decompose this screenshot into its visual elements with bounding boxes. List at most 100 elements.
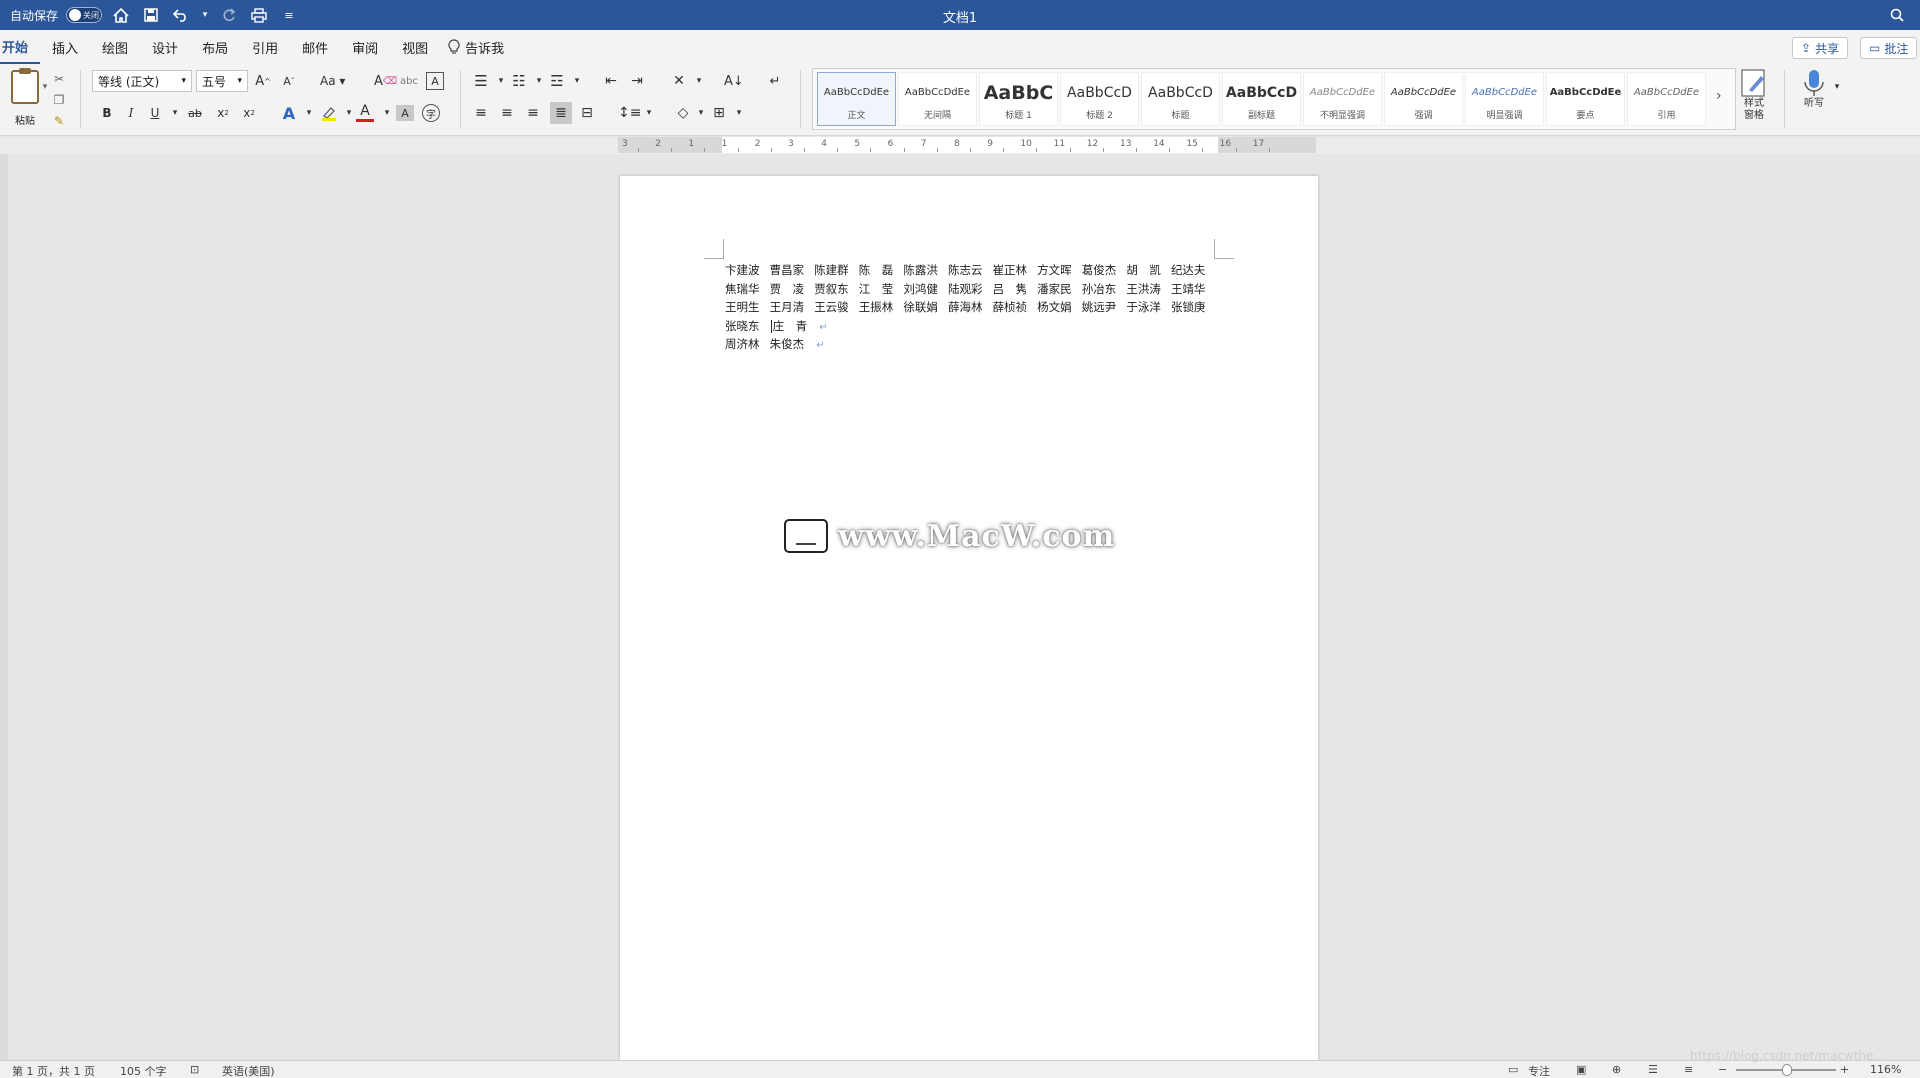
change-case-icon[interactable]: Aa ▾ — [320, 70, 345, 92]
customize-icon[interactable]: ≡ — [278, 4, 300, 26]
borders-icon[interactable]: ⊞ — [710, 102, 728, 124]
superscript-icon[interactable]: x2 — [240, 102, 258, 124]
numbering-icon[interactable]: ☷ — [510, 70, 528, 92]
style-strong[interactable]: AaBbCcDdEe 要点 — [1546, 72, 1625, 126]
undo-icon[interactable] — [170, 4, 192, 26]
copy-icon[interactable]: ❐ — [50, 91, 68, 109]
word-count[interactable]: 105 个字 — [120, 1063, 167, 1078]
sort-icon[interactable]: A↓ — [724, 70, 744, 92]
zoom-out-icon[interactable]: − — [1718, 1063, 1727, 1076]
tab-review[interactable]: 审阅 — [340, 30, 390, 64]
document-line[interactable]: 周济林 朱俊杰 ↵ — [725, 335, 1215, 354]
justify-icon[interactable]: ≣ — [550, 102, 572, 124]
italic-icon[interactable]: I — [122, 102, 140, 124]
align-center-icon[interactable]: ≡ — [498, 102, 516, 124]
bullets-icon[interactable]: ☰ — [472, 70, 490, 92]
web-layout-icon[interactable]: ⊕ — [1612, 1063, 1621, 1076]
save-icon[interactable] — [140, 4, 162, 26]
shrink-font-icon[interactable]: Aˇ — [280, 70, 298, 92]
redo-icon[interactable] — [218, 4, 240, 26]
document-body[interactable]: 卞建波 曹昌家 陈建群陈 磊陈露洪 陈志云 崔正林 方文晖 葛俊杰胡 凯纪达夫 焦瑞华贾 凌贾… — [725, 261, 1215, 354]
home-icon[interactable] — [110, 4, 132, 26]
focus-icon[interactable]: ▭ — [1508, 1063, 1518, 1076]
align-right-icon[interactable]: ≡ — [524, 102, 542, 124]
dictate-dropdown-icon[interactable]: ▾ — [1828, 76, 1846, 98]
character-shading-icon[interactable]: A — [396, 105, 414, 121]
distributed-icon[interactable]: ⊟ — [578, 102, 596, 124]
language[interactable]: 英语(美国) — [222, 1063, 275, 1078]
tab-view[interactable]: 视图 — [390, 30, 440, 64]
format-painter-icon[interactable]: ✎ — [50, 112, 68, 130]
line-spacing-icon[interactable]: ↕≡ — [618, 102, 641, 124]
font-size-select[interactable]: 五号 ▾ — [196, 70, 248, 92]
multilevel-dropdown-icon[interactable]: ▾ — [568, 70, 586, 92]
focus-label[interactable]: 专注 — [1528, 1063, 1550, 1078]
tab-layout[interactable]: 布局 — [190, 30, 240, 64]
decrease-indent-icon[interactable]: ⇤ — [602, 70, 620, 92]
strikethrough-icon[interactable]: ab — [186, 102, 204, 124]
grow-font-icon[interactable]: A ^ — [254, 70, 272, 92]
style-heading-1[interactable]: AaBbC 标题 1 — [979, 72, 1058, 126]
tab-design[interactable]: 设计 — [140, 30, 190, 64]
bold-icon[interactable]: B — [98, 102, 116, 124]
style-quote[interactable]: AaBbCcDdEe 引用 — [1627, 72, 1706, 126]
style-intense-emphasis[interactable]: AaBbCcDdEe 明显强调 — [1465, 72, 1544, 126]
share-button[interactable]: ⇪ 共享 — [1792, 37, 1849, 59]
tab-mailings[interactable]: 邮件 — [290, 30, 340, 64]
document-page[interactable]: 卞建波 曹昌家 陈建群陈 磊陈露洪 陈志云 崔正林 方文晖 葛俊杰胡 凯纪达夫 焦瑞华贾 凌贾… — [620, 176, 1318, 1060]
tell-me[interactable]: 告诉我 — [440, 38, 512, 57]
draft-view-icon[interactable]: ≡ — [1684, 1063, 1693, 1076]
undo-dropdown-icon[interactable]: ▾ — [200, 4, 210, 26]
shading-icon[interactable]: ◇ — [674, 102, 692, 124]
text-effects-dropdown-icon[interactable]: ▾ — [300, 102, 318, 124]
tab-home[interactable]: 开始 — [0, 30, 41, 64]
asian-layout-icon[interactable]: ✕ — [670, 70, 688, 92]
outline-view-icon[interactable]: ☰ — [1648, 1063, 1658, 1076]
document-line[interactable]: 张晓东庄 青 ↵ — [725, 317, 1215, 336]
multilevel-list-icon[interactable]: ☲ — [548, 70, 566, 92]
style-heading-2[interactable]: AaBbCcD 标题 2 — [1060, 72, 1139, 126]
phonetic-guide-icon[interactable]: abc — [400, 70, 418, 92]
print-icon[interactable] — [248, 4, 270, 26]
zoom-in-icon[interactable]: + — [1840, 1063, 1849, 1076]
document-line[interactable]: 王明生 王月清 王云骏 王振林 徐联娟 薛海林 薛桢祯 杨文娟 姚远尹 于泳洋 张锁庚 — [725, 298, 1215, 317]
highlight-icon[interactable] — [320, 102, 338, 124]
font-color-icon[interactable]: A — [356, 102, 374, 122]
style-subtitle[interactable]: AaBbCcD 副标题 — [1222, 72, 1301, 126]
enclose-characters-icon[interactable]: 字 — [422, 104, 440, 122]
font-name-select[interactable]: 等线 (正文) ▾ — [92, 70, 192, 92]
autosave-toggle[interactable]: 关闭 — [66, 7, 103, 23]
tab-references[interactable]: 引用 — [240, 30, 290, 64]
font-color-dropdown-icon[interactable]: ▾ — [378, 102, 396, 124]
cut-icon[interactable]: ✂ — [50, 70, 68, 88]
text-effects-icon[interactable]: A — [280, 102, 298, 124]
zoom-level[interactable]: 116% — [1870, 1063, 1901, 1076]
style-no-spacing[interactable]: AaBbCcDdEe 无间隔 — [898, 72, 977, 126]
style-emphasis[interactable]: AaBbCcDdEe 强调 — [1384, 72, 1463, 126]
asian-layout-dropdown-icon[interactable]: ▾ — [690, 70, 708, 92]
horizontal-ruler[interactable]: 3 2 1 1 2 3 4 5 6 7 8 9 10 11 12 13 14 15 16 17 — [618, 137, 1316, 153]
style-normal[interactable]: AaBbCcDdEe 正文 — [817, 72, 896, 126]
print-layout-icon[interactable]: ▣ — [1576, 1063, 1586, 1076]
borders-dropdown-icon[interactable]: ▾ — [730, 102, 748, 124]
shading-dropdown-icon[interactable]: ▾ — [692, 102, 710, 124]
subscript-icon[interactable]: x2 — [214, 102, 232, 124]
character-border-icon[interactable]: A — [426, 72, 444, 90]
document-line[interactable]: 焦瑞华贾 凌贾叙东江 莹刘鸿健 陆观彩吕 隽潘家民 孙冶东 王洪涛 王靖华 — [725, 280, 1215, 299]
align-left-icon[interactable]: ≡ — [472, 102, 490, 124]
style-subtle-emphasis[interactable]: AaBbCcDdEe 不明显强调 — [1303, 72, 1382, 126]
search-icon[interactable] — [1886, 4, 1908, 26]
increase-indent-icon[interactable]: ⇥ — [628, 70, 646, 92]
zoom-slider-thumb[interactable] — [1782, 1064, 1792, 1076]
tab-draw[interactable]: 绘图 — [90, 30, 140, 64]
underline-icon[interactable]: U — [146, 102, 164, 124]
numbering-dropdown-icon[interactable]: ▾ — [530, 70, 548, 92]
clear-formatting-icon[interactable]: A ⌫ — [374, 70, 397, 92]
show-marks-icon[interactable]: ↵ — [766, 70, 784, 92]
styles-more-icon[interactable]: › — [1716, 88, 1722, 104]
comments-button[interactable]: ▭ 批注 — [1860, 37, 1918, 59]
style-title[interactable]: AaBbCcD 标题 — [1141, 72, 1220, 126]
line-spacing-dropdown-icon[interactable]: ▾ — [640, 102, 658, 124]
proofing-icon[interactable]: ⊡ — [190, 1063, 199, 1076]
bullets-dropdown-icon[interactable]: ▾ — [492, 70, 510, 92]
